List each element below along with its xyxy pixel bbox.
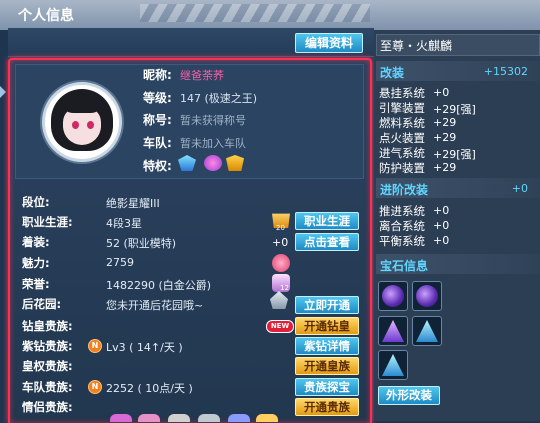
garden-label: 后花园: <box>22 297 62 311</box>
career-level-badge: 20 <box>276 224 285 232</box>
team-noble-value: 2252 ( 10点/天 ) <box>106 382 193 395</box>
open-diamond-button[interactable]: 开通钻皇 <box>295 317 359 335</box>
adv-mod-value: +0 <box>433 204 450 217</box>
cyan-triangle-gem-icon[interactable] <box>412 316 442 346</box>
open-now-button[interactable]: 立即开通 <box>295 296 359 314</box>
adv-mod-name: 推进系统 <box>379 204 425 218</box>
avatar[interactable] <box>42 82 122 162</box>
edit-profile-button[interactable]: 编辑资料 <box>295 33 363 53</box>
team-noble-label: 车队贵族: <box>22 380 73 394</box>
couple-noble-label: 情侣贵族: <box>22 400 73 414</box>
adv-mod-name: 离合系统 <box>379 219 425 233</box>
mod-name: 引擎装置 <box>379 101 425 115</box>
career-value: 4段3星 <box>106 217 142 230</box>
adv-mod-name: 平衡系统 <box>379 234 425 248</box>
nickname-label: 昵称: <box>143 68 172 82</box>
outfit-bonus: +0 <box>272 236 289 249</box>
adv-section-title: 进阶改装 <box>380 183 429 197</box>
adv-mod-value: +0 <box>433 219 450 232</box>
royal-noble-label: 皇权贵族: <box>22 359 73 373</box>
level-label: 等级: <box>143 91 172 105</box>
adv-section-total: +0 <box>511 182 528 195</box>
mod-name: 进气系统 <box>379 146 425 160</box>
mod-value: +29[强] <box>433 148 476 161</box>
open-noble-button[interactable]: 开通贵族 <box>295 398 359 416</box>
honor-value: 1482290 (白金公爵) <box>106 279 212 292</box>
mod-name: 防护装置 <box>379 161 425 175</box>
purple-orb-gem-icon[interactable] <box>412 281 442 311</box>
gem-section-title: 宝石信息 <box>380 259 429 273</box>
charm-heart-icon <box>272 254 290 272</box>
purple-noble-label: 紫钻贵族: <box>22 339 73 353</box>
team-label: 车队: <box>143 136 172 150</box>
title-label: 称号: <box>143 113 172 127</box>
purple-diamond-icon[interactable] <box>204 155 222 171</box>
mod-name: 燃料系统 <box>379 116 425 130</box>
privilege-label: 特权: <box>143 159 172 173</box>
blue-triangle-gem-icon[interactable] <box>378 350 408 380</box>
honor-label: 荣誉: <box>22 277 50 291</box>
n-badge-icon: N <box>88 380 102 394</box>
checker-pattern <box>140 4 370 22</box>
background-strip <box>0 0 540 30</box>
purple-triangle-gem-icon[interactable] <box>378 316 408 346</box>
mod-name: 点火装置 <box>379 131 425 145</box>
purple-orb-gem-icon[interactable] <box>378 281 408 311</box>
open-royal-button[interactable]: 开通皇族 <box>295 357 359 375</box>
mod-value: +29[强] <box>433 103 476 116</box>
mod-value: +29 <box>433 131 457 144</box>
nickname-value: 继爸荼荞 <box>180 69 224 82</box>
noble-treasure-button[interactable]: 贵族探宝 <box>295 378 359 396</box>
mod-value: +29 <box>433 116 457 129</box>
new-badge: NEW <box>266 320 294 333</box>
team-value: 暂未加入车队 <box>180 137 246 150</box>
mod-name: 悬挂系统 <box>379 86 425 100</box>
outfit-value: 52 (职业模特) <box>106 237 177 250</box>
panel-title: 个人信息 <box>18 8 74 24</box>
charm-label: 魅力: <box>22 256 50 270</box>
career-button[interactable]: 职业生涯 <box>295 212 359 230</box>
rank-value: 绝影星耀III <box>106 197 160 210</box>
expand-arrow-icon[interactable] <box>0 86 6 98</box>
garden-level-badge: 12 <box>280 284 289 292</box>
mod-section-total: +15302 <box>483 65 528 78</box>
diamond-noble-label: 钻皇贵族: <box>22 319 73 333</box>
title-value: 暂未获得称号 <box>180 114 246 127</box>
outfit-label: 着装: <box>22 235 50 249</box>
career-label: 职业生涯: <box>22 215 73 229</box>
rank-label: 段位: <box>22 195 50 209</box>
v-crown-icon[interactable] <box>226 155 244 171</box>
mod-section-title: 改装 <box>380 66 405 80</box>
car-title: 至尊・火麒麟 <box>380 39 453 53</box>
view-button[interactable]: 点击查看 <box>295 233 359 251</box>
level-value: 147 (极速之王) <box>180 92 258 105</box>
charm-value: 2759 <box>106 256 134 269</box>
purple-noble-value: Lv3 ( 14↑/天 ) <box>106 341 183 354</box>
appearance-mod-button[interactable]: 外形改装 <box>378 386 440 405</box>
n-badge-icon: N <box>88 339 102 353</box>
purple-details-button[interactable]: 紫钻详情 <box>295 337 359 355</box>
mod-value: +29 <box>433 161 457 174</box>
adv-mod-value: +0 <box>433 234 450 247</box>
garden-value: 您未开通后花园哦~ <box>106 299 204 312</box>
mod-value: +0 <box>433 86 450 99</box>
